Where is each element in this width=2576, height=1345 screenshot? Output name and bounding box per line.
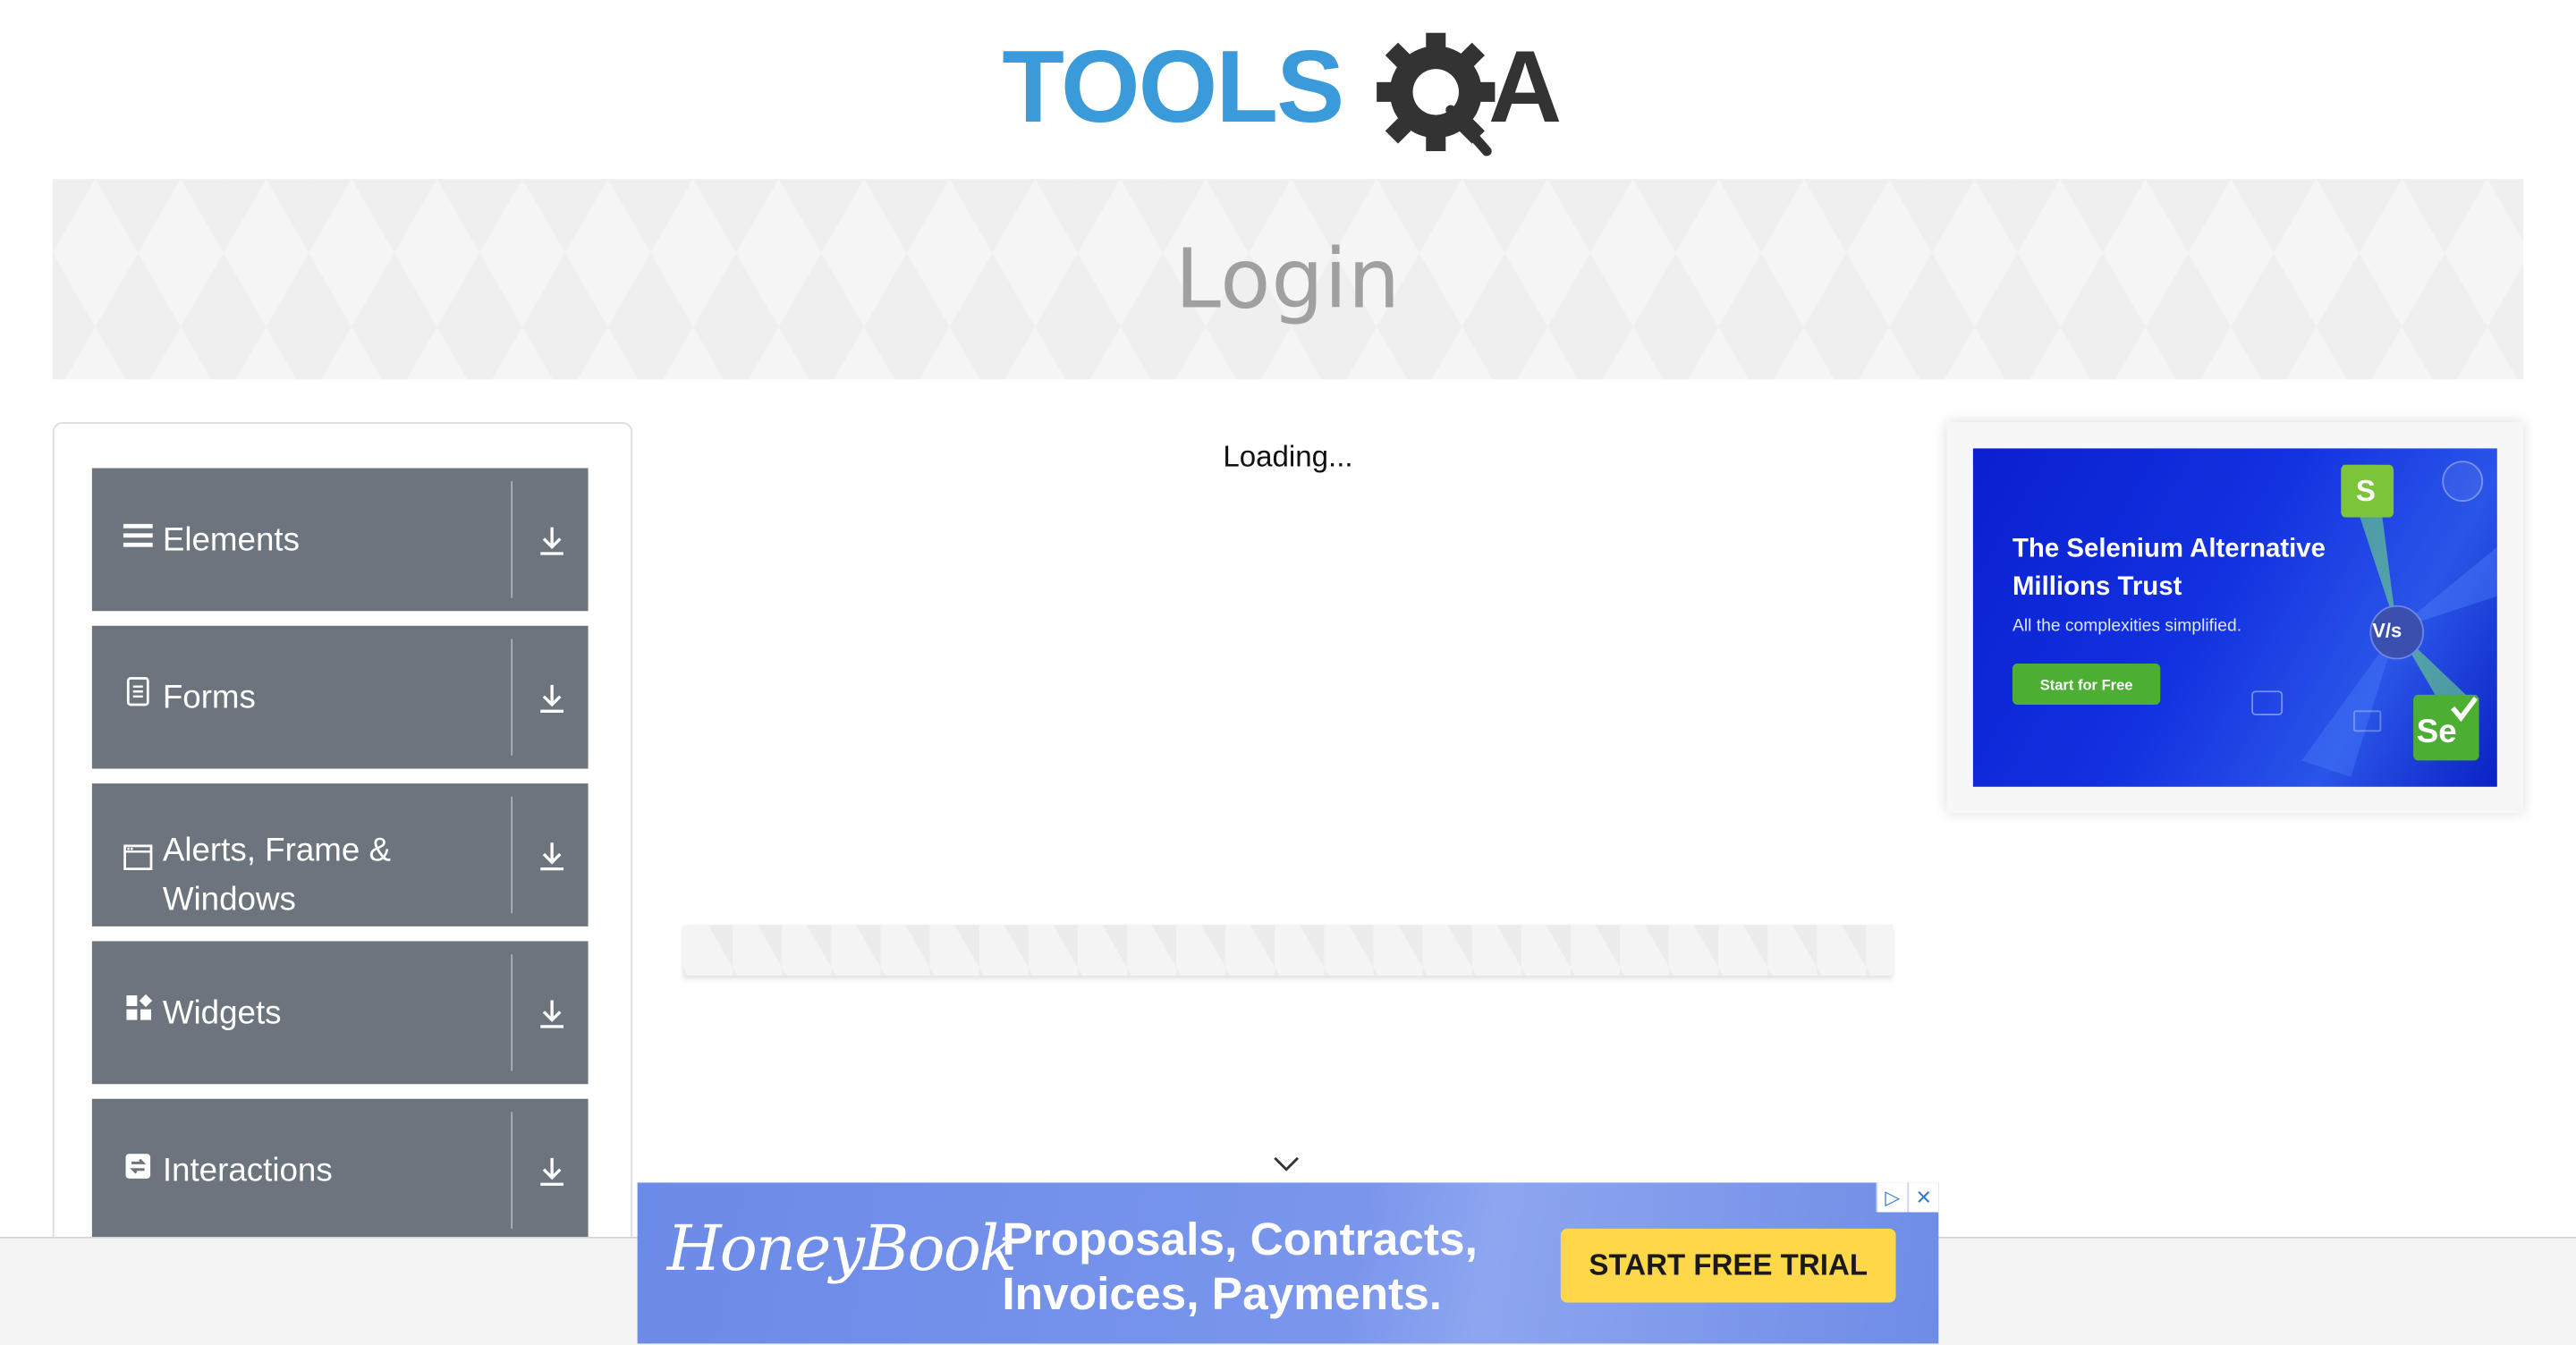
ad-subtext: All the complexities simplified. [2012,615,2242,636]
nav-group-title: Interactions [122,1099,483,1242]
nav-divider [511,481,513,598]
honeybook-logo: HoneyBook [666,1212,1018,1285]
logo-text-tools: TOOLS [1002,30,1343,144]
interactions-icon [122,1146,155,1195]
left-navigation-panel: Elements Forms Alerts, Frame & Windows W… [52,422,633,1280]
document-icon [122,672,155,722]
window-icon [122,838,155,887]
nav-group-label: Widgets [162,994,282,1031]
widgets-icon [122,988,155,1037]
download-arrow-icon[interactable] [538,681,564,715]
start-free-trial-button[interactable]: START FREE TRIAL [1560,1228,1896,1303]
nav-group-label: Forms [162,679,256,715]
start-for-free-button[interactable]: Start for Free [2012,664,2161,705]
badge-vs-text: V/s [2372,619,2402,643]
selenium-alternative-ad[interactable]: S V/s Se The Selenium Alternative Millio… [1972,448,2497,787]
page-title: Login [1174,231,1402,327]
download-arrow-icon[interactable] [538,840,564,873]
badge-s-text: S [2355,474,2376,508]
badge-se-text: Se [2416,714,2457,751]
nav-group-label: Elements [162,521,300,558]
menu-lines-icon [122,515,155,564]
ad-controls: ▷ ✕ [1876,1182,1939,1213]
adchoices-icon[interactable]: ▷ [1876,1182,1908,1213]
honeybook-ad[interactable]: HoneyBook Proposals, Contracts, Invoices… [637,1182,1939,1344]
nav-group-interactions[interactable]: Interactions [91,1098,589,1242]
chevron-down-icon[interactable] [1272,1152,1301,1175]
placeholder-strip [683,925,1893,976]
download-arrow-icon[interactable] [538,1155,564,1188]
nav-group-widgets[interactable]: Widgets [91,941,589,1085]
nav-divider [511,1112,513,1229]
ad-headline: The Selenium Alternative Millions Trust [2012,535,2326,602]
ad-copy: Proposals, Contracts, Invoices, Payments… [1002,1214,1478,1319]
toolsqa-logo[interactable]: TOOLS A [1002,23,1587,161]
nav-group-title: Alerts, Frame & Windows [122,783,483,926]
logo-text-a: A [1488,30,1562,144]
gear-icon [1377,32,1496,156]
page-banner: Login [52,179,2524,380]
nav-group-elements[interactable]: Elements [91,468,589,612]
nav-group-label: Interactions [162,1152,333,1189]
nav-group-label: Alerts, Frame & Windows [162,833,391,918]
nav-divider [511,954,513,1071]
close-icon[interactable]: ✕ [1907,1182,1939,1213]
right-ad-container: S V/s Se The Selenium Alternative Millio… [1946,422,2524,814]
loading-text: Loading... [1223,440,1353,473]
nav-group-title: Elements [122,468,483,611]
download-arrow-icon[interactable] [538,997,564,1030]
download-arrow-icon[interactable] [538,524,564,557]
nav-group-title: Widgets [122,941,483,1084]
nav-group-alerts-frame-windows[interactable]: Alerts, Frame & Windows [91,783,589,926]
nav-group-title: Forms [122,626,483,769]
nav-divider [511,639,513,756]
nav-divider [511,796,513,914]
nav-group-forms[interactable]: Forms [91,625,589,769]
